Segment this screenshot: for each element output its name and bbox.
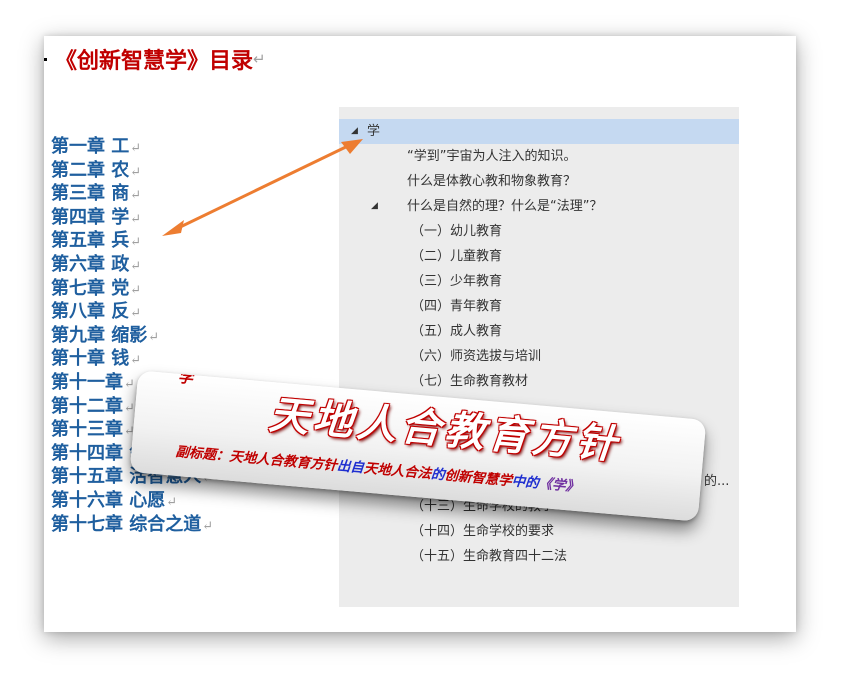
- subtitle-part5: 创新智慧学: [443, 467, 513, 490]
- subtitle-part6: 中的: [511, 473, 540, 492]
- subtitle-part2: 出自: [336, 458, 365, 477]
- subtitle-part3: 天地人合法: [363, 460, 432, 483]
- subtitle-part7: 《学》: [537, 475, 580, 496]
- arrow-line: [173, 142, 353, 232]
- subtitle-label: 副标题：: [174, 443, 231, 465]
- subtitle-part1: 天地人合教育方针: [228, 448, 338, 474]
- double-arrow-connector: [162, 139, 363, 236]
- document-page: 《创新智慧学》目录 ↵ 第一章 工↵ 第二章 农↵ 第三章 商↵ 第四章 学↵ 第五章 …: [44, 36, 796, 632]
- arrow-head-left: [162, 220, 184, 236]
